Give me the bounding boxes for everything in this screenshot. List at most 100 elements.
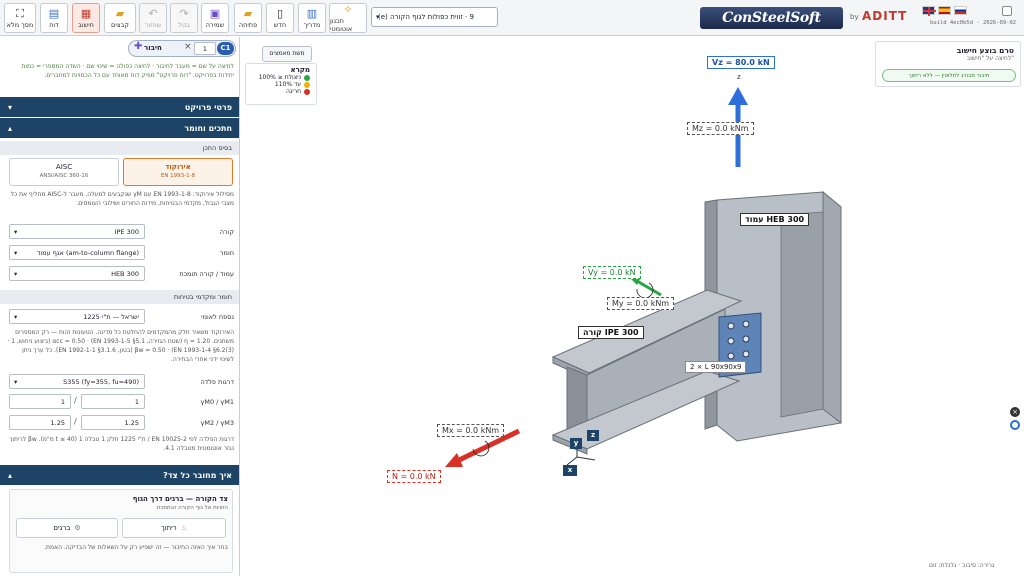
target-icon[interactable] <box>1010 420 1020 430</box>
new-button[interactable]: ▯ חדש <box>266 3 294 33</box>
annex-select[interactable]: ישראל — ת"י 1225 ▾ <box>9 309 145 324</box>
amber-dot-icon <box>304 81 310 88</box>
chevron-down-icon: ▾ <box>376 13 380 21</box>
legend-item: ניצולת ≤ 100% <box>246 74 316 81</box>
vz-label[interactable]: Vz = 80.0 kN <box>707 56 775 69</box>
annex-note: האירוקוד משאיר חלק מהמקדמים להחלטת כל מד… <box>7 329 234 363</box>
viewport-footer-hint: גרירה: סיבוב · גלגלת: זום <box>929 562 995 569</box>
bolted-badge: חיבור מבורג לחלוטין — ללא ריתוך <box>882 69 1016 82</box>
slash-separator: / <box>74 396 77 405</box>
new-file-icon: ▯ <box>276 6 284 20</box>
close-panel-icon[interactable]: × <box>1010 407 1020 417</box>
build-label: build 4ec0b5d · 2026-09-02 <box>930 20 1017 26</box>
gamma-m2-input[interactable]: 1.25 <box>81 415 145 430</box>
redo-button[interactable]: ↷ בטל <box>170 3 198 33</box>
mx-label[interactable]: Mx = 0.0 kNm <box>437 424 505 437</box>
axis-y-tag: y <box>570 438 582 449</box>
flag-es-icon[interactable] <box>938 6 951 15</box>
wand-icon: ✧ <box>343 2 353 16</box>
bolts-option-button[interactable]: ברגים ⚙ <box>16 518 118 538</box>
weld-option-button[interactable]: ריתוך ♨ <box>122 518 226 538</box>
calc-status-title: טרם בוצע חישוב <box>956 46 1014 55</box>
by-text: by <box>850 13 859 21</box>
theme-toggle-icon[interactable] <box>1002 6 1012 16</box>
compute-button[interactable]: ▦ חישוב <box>72 3 100 33</box>
chevron-down-icon: ▾ <box>14 227 18 236</box>
gamma-m3-input[interactable]: 1.25 <box>9 415 71 430</box>
plate-grade-select[interactable]: S355 (fy=355, fu=490) ▾ <box>9 374 145 389</box>
vy-label[interactable]: Vy = 0.0 kN <box>583 266 641 279</box>
code-eurocode-card[interactable]: אירוקוד EN 1993-1-8 <box>123 158 233 186</box>
column-select[interactable]: HEB 300 ▾ <box>9 266 145 281</box>
red-dot-icon <box>304 88 310 95</box>
calc-status-subtitle: לחיצה על "חישוב" <box>966 55 1014 62</box>
save-button[interactable]: ▣ שמירה <box>201 3 229 33</box>
chevron-down-icon: ▾ <box>14 248 18 257</box>
c1-quantity-input[interactable]: 1 <box>194 42 216 55</box>
book-icon: ▥ <box>306 6 318 20</box>
calc-status-panel: טרם בוצע חישוב לחיצה על "חישוב" חיבור מב… <box>875 41 1021 87</box>
flag-ru-icon[interactable] <box>954 6 967 15</box>
n-label[interactable]: N = 0.0 kN <box>387 470 441 483</box>
app-logo: ConSteelSoft <box>700 7 843 29</box>
gamma-m2-label: γM2 / γM3 <box>200 419 234 427</box>
axis-z-tag: z <box>587 430 599 441</box>
connection-select[interactable]: אגף עמוד (am-to-column flange) ▾ <box>9 245 145 260</box>
save-icon: ▣ <box>209 6 221 20</box>
fullscreen-button[interactable]: ⛶ מסך מלא <box>4 3 36 33</box>
close-icon[interactable]: × <box>184 42 192 52</box>
beam-side-subtitle: הזוויות אל גוף הקורה הנתמכת <box>156 505 228 511</box>
annex-label: נספח לאומי <box>201 313 234 321</box>
profiles-material-header[interactable]: חתכים וחומר ▴ <box>0 118 239 138</box>
open-button[interactable]: ▰ פתיחה <box>234 3 262 33</box>
chevron-up-icon: ▴ <box>8 123 13 133</box>
c1-badge[interactable]: C1 <box>217 42 234 55</box>
gamma-m0-label: γM0 / γM1 <box>200 398 234 406</box>
chevron-up-icon: ▴ <box>8 470 13 480</box>
expand-icon: ⛶ <box>16 6 24 20</box>
column-label: עמוד / קורה תומכת <box>179 270 234 278</box>
plus-icon[interactable]: ✚ <box>134 41 142 52</box>
code-note: מסילול אירוקוד: EN 1993-1-8 עם γM שנקבעי… <box>10 191 234 207</box>
files-button[interactable]: ▰ קבצים <box>104 3 136 33</box>
code-aisc-card[interactable]: AISC ANSI/AISC 360-16 <box>9 158 119 186</box>
auto-design-button[interactable]: ✧ תכנון אוטומטי <box>329 3 367 33</box>
chevron-down-icon: ▾ <box>14 269 18 278</box>
flag-uk-icon[interactable] <box>922 6 936 16</box>
folder-icon: ▰ <box>115 6 125 20</box>
legend-title: מקרא <box>290 66 310 74</box>
gamma-m0-input[interactable]: 1 <box>81 394 145 409</box>
guide-button[interactable]: ▥ מדריך <box>298 3 326 33</box>
beam-side-note: בחר איך האזה החיבור — זה ישפיע רק על השא… <box>44 544 228 551</box>
loads-button[interactable]: משת מאמצים <box>262 46 312 62</box>
connection-type-select[interactable]: 9 · זווית כפולות לגוף הקורה (e) ▾ <box>371 7 498 27</box>
z-axis-label: z <box>737 73 741 81</box>
connections-hint: לחיצה על שם = מעבר לחיבור · לחיצה כפולה … <box>21 63 234 79</box>
folder-open-icon: ▰ <box>243 6 253 20</box>
redo-icon: ↷ <box>179 6 189 20</box>
add-connection-label[interactable]: חיבור <box>144 44 162 52</box>
beam-select[interactable]: IPE 300 ▾ <box>9 224 145 239</box>
project-details-header[interactable]: פרטי פרויקט ▾ <box>0 97 239 117</box>
gamma-m1-input[interactable]: 1 <box>9 394 71 409</box>
legend-item: חריגה <box>246 88 316 95</box>
how-connected-header[interactable]: איך מחובר כל צד? ▴ <box>0 465 239 485</box>
viewport-3d[interactable]: משת מאמצים מקרא ניצולת ≤ 100% עד 110% חר… <box>241 37 1024 576</box>
chevron-down-icon: ▾ <box>8 102 13 112</box>
report-button[interactable]: ▤ דוח <box>40 3 68 33</box>
slash-separator: / <box>74 417 77 426</box>
my-label[interactable]: My = 0.0 kNm <box>607 297 675 310</box>
vy-arrow <box>629 277 662 299</box>
connection-label: חומר <box>219 249 234 257</box>
mz-label[interactable]: Mz = 0.0 kNm <box>687 122 754 135</box>
angle-tag: 2 × L 90x90x9 <box>685 361 747 373</box>
sidebar: C1 1 × חיבור ✚ לחיצה על שם = מעבר לחיבור… <box>0 37 240 576</box>
steel-note: דרגות הפלדה לפי EN 10025-2 / ת"י 1225 חל… <box>9 436 234 452</box>
beam-side-title: צד הקורה — ברגים דרך הגוף <box>132 495 228 503</box>
legend-panel: מקרא ניצולת ≤ 100% עד 110% חריגה <box>245 63 317 105</box>
legend-item: עד 110% <box>246 81 316 88</box>
chevron-down-icon: ▾ <box>14 312 18 321</box>
document-icon: ▤ <box>48 6 60 20</box>
green-dot-icon <box>304 74 310 81</box>
undo-button[interactable]: ↶ שחזור <box>139 3 167 33</box>
